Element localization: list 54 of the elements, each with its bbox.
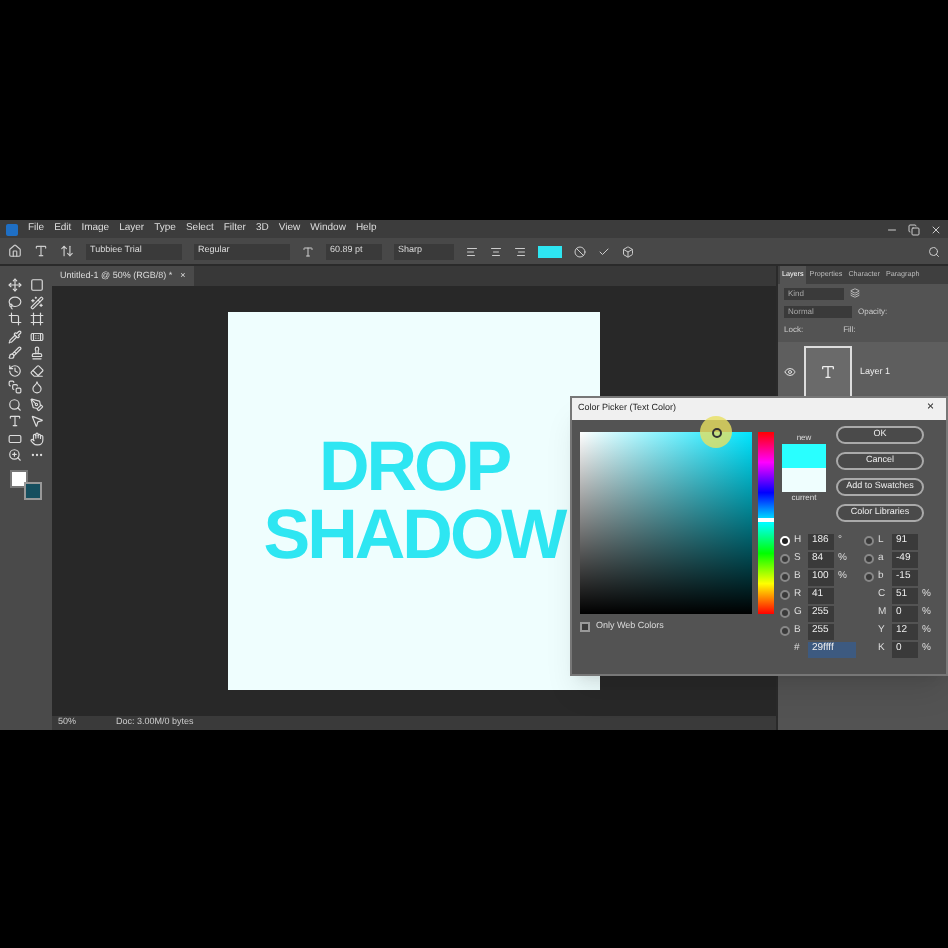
font-size-icon <box>302 245 314 257</box>
radio-button[interactable] <box>780 590 790 600</box>
slider-thumb[interactable] <box>758 517 774 522</box>
radio-button[interactable] <box>780 572 790 582</box>
close-icon[interactable] <box>930 223 942 235</box>
type-icon[interactable] <box>8 414 22 428</box>
checkbox[interactable] <box>580 621 590 632</box>
brush-icon[interactable] <box>8 346 22 360</box>
hand-icon[interactable] <box>30 431 44 445</box>
history-brush-icon[interactable] <box>8 363 22 377</box>
color-field[interactable] <box>580 432 752 614</box>
drop-icon[interactable] <box>30 380 44 394</box>
radio-button[interactable] <box>864 572 874 582</box>
eyedropper-icon[interactable] <box>8 329 22 343</box>
pen-icon[interactable] <box>30 397 44 411</box>
orientation-icon[interactable] <box>60 244 74 258</box>
radio-button[interactable] <box>780 608 790 618</box>
pointer-icon[interactable] <box>30 414 44 428</box>
cancel-icon[interactable] <box>574 245 586 257</box>
zoom-icon[interactable] <box>8 448 22 462</box>
align-left-icon[interactable] <box>466 245 478 257</box>
type-icon[interactable] <box>34 244 48 258</box>
crop-icon[interactable] <box>8 312 22 326</box>
radio-button[interactable] <box>864 536 874 546</box>
rectangle-icon[interactable] <box>8 431 22 445</box>
canvas-text: DROP <box>318 433 510 501</box>
align-right-icon[interactable] <box>514 245 526 257</box>
text-color-swatch[interactable] <box>538 245 562 257</box>
visibility-icon[interactable] <box>784 366 796 378</box>
background-color-swatch[interactable] <box>24 481 42 499</box>
radio-button[interactable] <box>864 554 874 564</box>
3d-icon[interactable] <box>622 245 634 257</box>
more-icon[interactable] <box>30 448 44 462</box>
minimize-icon[interactable] <box>886 223 898 235</box>
radio-button[interactable] <box>780 554 790 564</box>
magic-wand-icon[interactable] <box>30 295 44 309</box>
frame-icon[interactable] <box>30 312 44 326</box>
canvas-text: SHADOW <box>263 501 565 569</box>
eraser-icon[interactable] <box>30 363 44 377</box>
move-icon[interactable] <box>8 278 22 292</box>
bandage-icon[interactable] <box>30 329 44 343</box>
search-icon[interactable] <box>928 245 940 257</box>
home-icon[interactable] <box>8 244 22 258</box>
filter-icon[interactable] <box>850 288 860 298</box>
lasso-icon[interactable] <box>8 295 22 309</box>
radio-button[interactable] <box>780 626 790 636</box>
restore-icon[interactable] <box>908 223 920 235</box>
commit-icon[interactable] <box>598 245 610 257</box>
color-marker-icon <box>712 428 722 438</box>
foreground-color-swatch[interactable] <box>10 469 28 487</box>
marquee-icon[interactable] <box>30 278 44 292</box>
stamp-icon[interactable] <box>30 346 44 360</box>
hue-slider[interactable] <box>758 432 774 614</box>
align-center-icon[interactable] <box>490 245 502 257</box>
